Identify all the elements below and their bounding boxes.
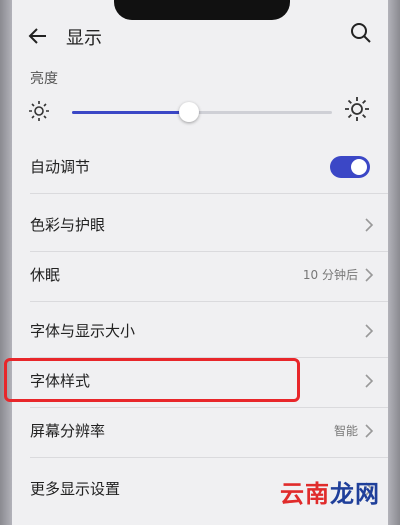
sleep-row[interactable]: 休眠 10 分钟后 <box>12 250 388 302</box>
auto-adjust-row[interactable]: 自动调节 <box>12 142 388 194</box>
brightness-low-icon <box>29 101 49 121</box>
watermark-part1: 云南 <box>280 480 330 508</box>
watermark-part2: 龙网 <box>330 480 380 508</box>
brightness-slider-thumb[interactable] <box>179 102 199 122</box>
highlight-box <box>4 358 300 402</box>
phone-screen: 显示 亮度 自动调节 色彩与护眼 休眠 10 分钟后 字体与显示大小 字体样式 … <box>12 0 388 525</box>
brightness-slider-fill <box>72 111 189 114</box>
brightness-slider[interactable] <box>72 102 332 122</box>
sleep-value: 10 分钟后 <box>302 268 358 282</box>
sleep-label: 休眠 <box>30 266 61 284</box>
color-eye-comfort-label: 色彩与护眼 <box>30 216 106 234</box>
color-eye-comfort-row[interactable]: 色彩与护眼 <box>12 200 388 252</box>
toggle-knob <box>351 159 367 175</box>
top-app-bar: 显示 <box>12 14 388 58</box>
phone-bezel-right <box>386 0 400 525</box>
chevron-right-icon <box>365 374 374 388</box>
divider <box>30 301 388 302</box>
chevron-right-icon <box>365 424 374 438</box>
auto-adjust-label: 自动调节 <box>30 158 91 176</box>
brightness-section-label: 亮度 <box>30 71 58 87</box>
screen-resolution-row[interactable]: 屏幕分辨率 智能 <box>12 406 388 458</box>
more-display-settings-label: 更多显示设置 <box>30 480 121 498</box>
chevron-right-icon <box>365 268 374 282</box>
search-icon[interactable] <box>348 20 374 46</box>
screen-resolution-label: 屏幕分辨率 <box>30 422 106 440</box>
divider <box>30 193 388 194</box>
auto-adjust-toggle[interactable] <box>330 156 370 178</box>
brightness-high-icon <box>345 97 369 121</box>
chevron-right-icon <box>365 218 374 232</box>
page-title: 显示 <box>66 28 102 49</box>
chevron-right-icon <box>365 324 374 338</box>
font-display-size-row[interactable]: 字体与显示大小 <box>12 306 388 358</box>
font-display-size-label: 字体与显示大小 <box>30 322 136 340</box>
divider <box>30 457 388 458</box>
screen-resolution-value: 智能 <box>333 424 358 438</box>
watermark: 云南龙网 <box>280 474 380 509</box>
back-arrow-icon[interactable] <box>26 24 50 48</box>
